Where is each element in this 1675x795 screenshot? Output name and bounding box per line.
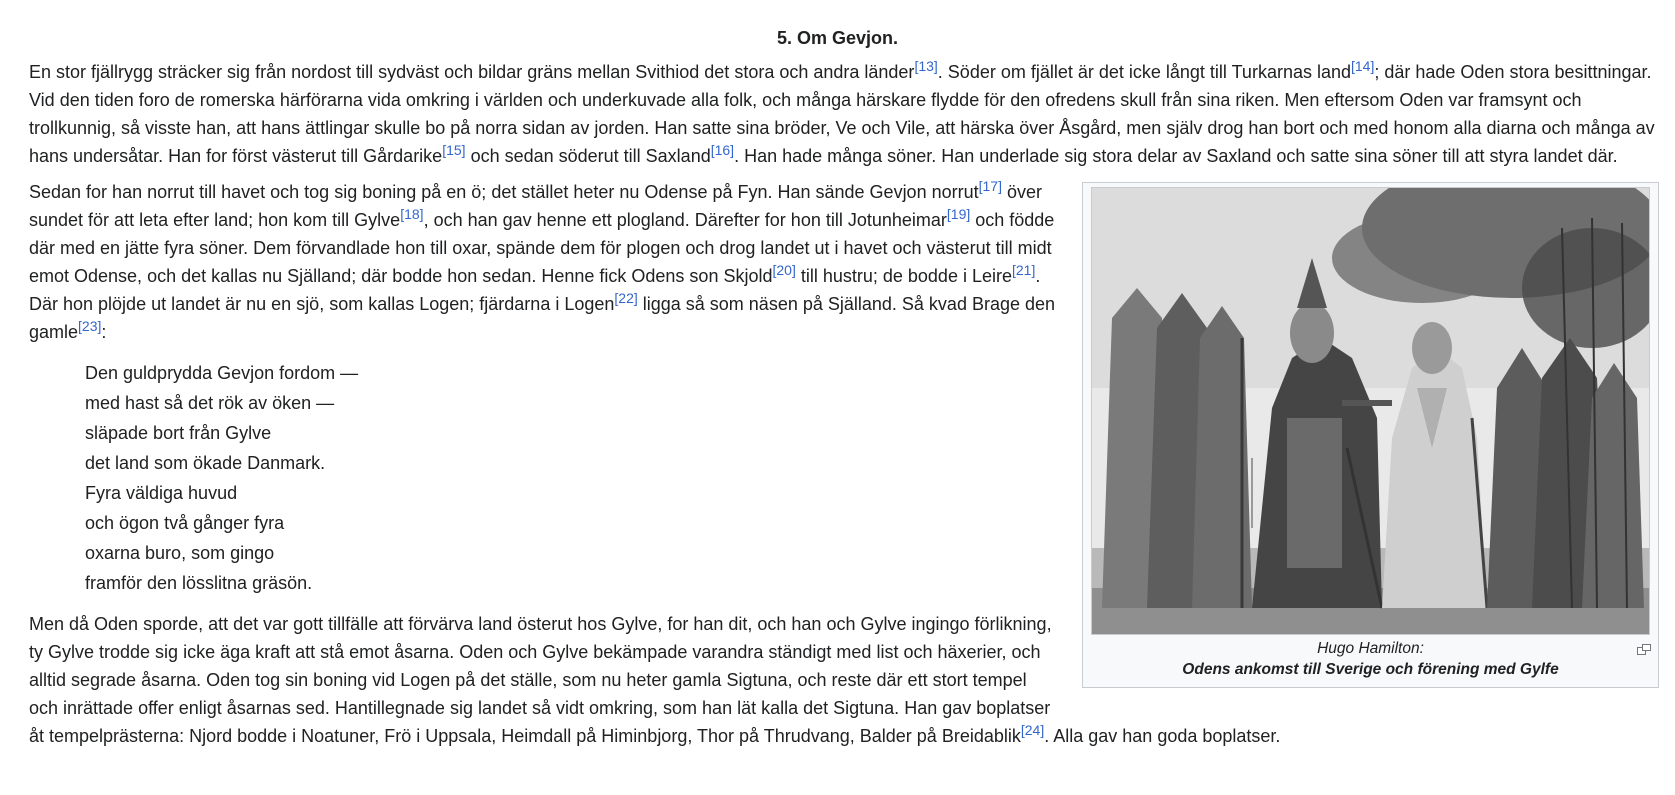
reference-19[interactable]: [19] [947, 206, 970, 222]
reference-link[interactable]: [13] [914, 58, 937, 74]
reference-21[interactable]: [21] [1012, 262, 1035, 278]
reference-13[interactable]: [13] [914, 58, 937, 74]
text-run: och sedan söderut till Saxland [465, 146, 711, 166]
reference-link[interactable]: [14] [1351, 58, 1374, 74]
reference-20[interactable]: [20] [772, 262, 795, 278]
caption-title: Odens ankomst till Sverige och förening … [1182, 661, 1559, 678]
reference-link[interactable]: [17] [979, 178, 1002, 194]
text-run: Men då Oden sporde, att det var gott til… [29, 614, 1052, 746]
reference-link[interactable]: [23] [78, 318, 101, 334]
figure-thumbnail: Hugo Hamilton: Odens ankomst till Sverig… [1082, 182, 1659, 688]
text-run: till hustru; de bodde i Leire [795, 266, 1012, 286]
reference-14[interactable]: [14] [1351, 58, 1374, 74]
reference-22[interactable]: [22] [614, 290, 637, 306]
reference-link[interactable]: [16] [711, 142, 734, 158]
figure-caption: Hugo Hamilton: Odens ankomst till Sverig… [1086, 635, 1655, 684]
reference-16[interactable]: [16] [711, 142, 734, 158]
reference-link[interactable]: [19] [947, 206, 970, 222]
paragraph-1: En stor fjällrygg sträcker sig från nord… [29, 58, 1659, 170]
reference-18[interactable]: [18] [400, 206, 423, 222]
engraving-image[interactable] [1091, 187, 1650, 635]
text-run: . Alla gav han goda boplatser. [1044, 726, 1281, 746]
reference-link[interactable]: [15] [442, 142, 465, 158]
reference-link[interactable]: [18] [400, 206, 423, 222]
reference-link[interactable]: [24] [1021, 722, 1044, 738]
section-heading: 5. Om Gevjon. [776, 28, 899, 48]
text-run: . Han hade många söner. Han underlade si… [734, 146, 1618, 166]
reference-link[interactable]: [21] [1012, 262, 1035, 278]
reference-17[interactable]: [17] [979, 178, 1002, 194]
text-run: . Söder om fjället är det icke långt til… [937, 62, 1351, 82]
article-content: 5. Om Gevjon. En stor fjällrygg sträcker… [29, 24, 1659, 758]
reference-link[interactable]: [20] [772, 262, 795, 278]
reference-23[interactable]: [23] [78, 318, 101, 334]
caption-author: Hugo Hamilton: [1317, 640, 1424, 657]
enlarge-icon[interactable] [1637, 640, 1651, 655]
text-run: En stor fjällrygg sträcker sig från nord… [29, 62, 915, 82]
text-run: : [101, 322, 107, 342]
reference-link[interactable]: [22] [614, 290, 637, 306]
reference-24[interactable]: [24] [1021, 722, 1044, 738]
text-run: Sedan for han norrut till havet och tog … [29, 182, 979, 202]
reference-15[interactable]: [15] [442, 142, 465, 158]
text-run: , och han gav henne ett plogland. Däreft… [423, 210, 947, 230]
